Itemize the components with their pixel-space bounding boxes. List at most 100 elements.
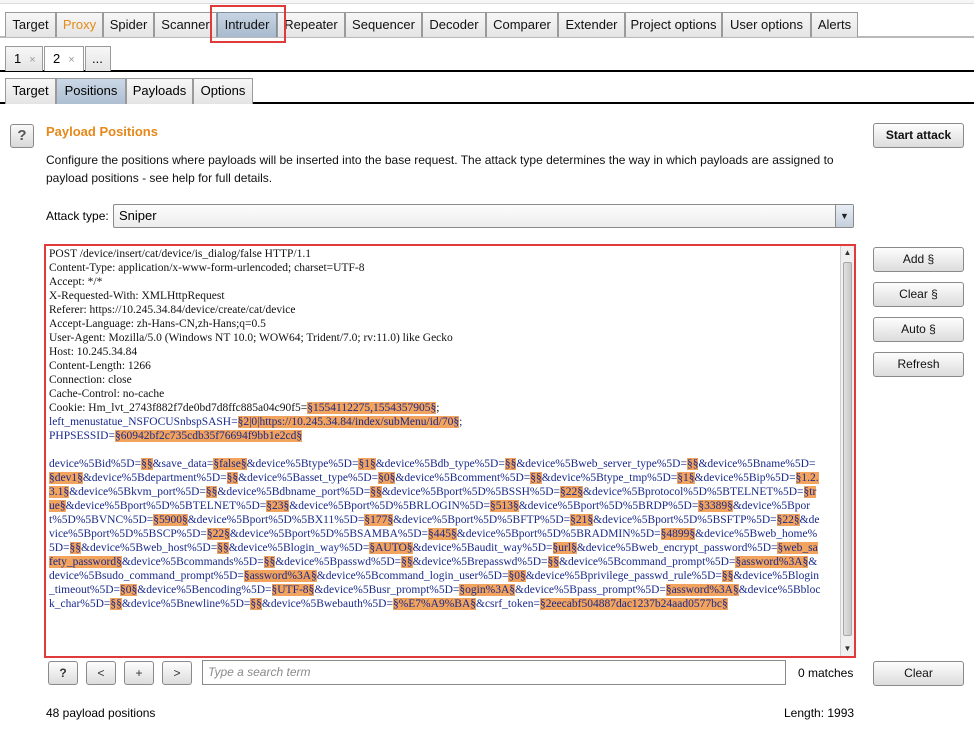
payload-marker: §§ bbox=[370, 486, 382, 498]
clear-button[interactable]: Clear bbox=[873, 661, 964, 686]
tab-target[interactable]: Target bbox=[5, 12, 56, 37]
subtab-payloads[interactable]: Payloads bbox=[126, 78, 193, 104]
scroll-up-icon[interactable]: ▲ bbox=[841, 246, 854, 260]
payload-marker: §21§ bbox=[570, 514, 594, 526]
body-text: &device%5Bweb_server_type%5D= bbox=[516, 458, 687, 470]
tab-decoder[interactable]: Decoder bbox=[422, 12, 486, 37]
tab-spider[interactable]: Spider bbox=[103, 12, 154, 37]
payload-marker: §§ bbox=[504, 458, 517, 470]
body-text: &device%5Baudit_way%5D= bbox=[412, 542, 553, 554]
request-text[interactable]: POST /device/insert/cat/device/is_dialog… bbox=[49, 247, 821, 611]
body-text: &device%5Busr_prompt%5D= bbox=[314, 584, 460, 596]
search-prev-button[interactable]: < bbox=[86, 661, 116, 685]
payload-marker: §§ bbox=[69, 542, 82, 554]
body-text: &device%5Bport%5D%5BFTP%5D= bbox=[393, 514, 571, 526]
payload-marker: §AUTO§ bbox=[369, 542, 413, 554]
body-text: &csrf_token= bbox=[476, 598, 540, 610]
tab-alerts[interactable]: Alerts bbox=[811, 12, 858, 37]
payload-marker: §0§ bbox=[378, 472, 396, 484]
attack-tab-label: 2 bbox=[53, 51, 61, 66]
attack-type-label: Attack type: bbox=[46, 209, 109, 223]
body-text: &save_data= bbox=[152, 458, 214, 470]
request-body: device%5Bid%5D=§§&save_data=§false§&devi… bbox=[49, 457, 821, 611]
body-text: &device%5Bdepartment%5D= bbox=[82, 472, 227, 484]
tab-proxy[interactable]: Proxy bbox=[56, 12, 103, 37]
payload-marker: §177§ bbox=[364, 514, 394, 526]
body-text: &device%5Bnewline%5D= bbox=[121, 598, 251, 610]
tab-comparer[interactable]: Comparer bbox=[486, 12, 558, 37]
scroll-down-icon[interactable]: ▼ bbox=[841, 642, 854, 656]
payload-marker: §4899§ bbox=[660, 528, 696, 540]
payload-marker: §false§ bbox=[213, 458, 247, 470]
body-text: &device%5Bport%5D%5BRDP%5D= bbox=[518, 500, 699, 512]
attack-tab-1[interactable]: 1 × bbox=[5, 46, 43, 71]
request-header-line: Content-Length: 1266 bbox=[49, 360, 151, 372]
payload-marker: §3389§ bbox=[698, 500, 733, 512]
attack-type-select[interactable]: Sniper ▼ bbox=[113, 204, 854, 228]
request-header-line: Connection: close bbox=[49, 374, 132, 386]
payload-marker: §§ bbox=[721, 570, 734, 582]
search-next-button[interactable]: > bbox=[162, 661, 192, 685]
body-text: &device%5Bweb_host%5D= bbox=[81, 542, 218, 554]
payload-marker: §445§ bbox=[428, 528, 457, 540]
payload-marker: §513§ bbox=[489, 500, 519, 512]
body-text: &device%5Bport%5D%5BX11%5D= bbox=[187, 514, 365, 526]
cookie-continuation-line: PHPSESSID=§60942bf2c735cdb35f76694f9bb1e… bbox=[49, 429, 821, 443]
body-text: &device%5Bip%5D= bbox=[694, 472, 796, 484]
window-top-edge bbox=[0, 0, 974, 4]
search-help-icon[interactable]: ? bbox=[48, 661, 78, 685]
body-text: &device%5Bcomment%5D= bbox=[395, 472, 531, 484]
request-header-line: User-Agent: Mozilla/5.0 (Windows NT 10.0… bbox=[49, 332, 453, 344]
tab-user-options[interactable]: User options bbox=[722, 12, 811, 37]
payload-marker: §1§ bbox=[358, 458, 376, 470]
subtab-target[interactable]: Target bbox=[5, 78, 56, 104]
add-marker-button[interactable]: Add § bbox=[873, 247, 964, 272]
tab-project-options[interactable]: Project options bbox=[625, 12, 722, 37]
chevron-down-icon: ▼ bbox=[835, 205, 853, 227]
panel-description: Configure the positions where payloads w… bbox=[46, 153, 834, 185]
payload-marker: §%E7%A9%BA§ bbox=[392, 598, 476, 610]
body-text: &device%5Bport%5D%5BRADMIN%5D= bbox=[456, 528, 661, 540]
close-icon[interactable]: × bbox=[68, 54, 74, 66]
help-icon[interactable]: ? bbox=[10, 124, 34, 148]
request-header-line: Host: 10.245.34.84 bbox=[49, 346, 138, 358]
scroll-thumb[interactable] bbox=[843, 262, 852, 636]
body-text: &device%5Btype_tmp%5D= bbox=[541, 472, 678, 484]
payload-marker: §60942bf2c735cdb35f76694f9bb1e2cd§ bbox=[114, 430, 303, 442]
new-attack-tab[interactable]: ... bbox=[85, 46, 111, 71]
start-attack-button[interactable]: Start attack bbox=[873, 123, 964, 148]
clear-markers-button[interactable]: Clear § bbox=[873, 282, 964, 307]
tab-sequencer[interactable]: Sequencer bbox=[345, 12, 422, 37]
body-text: &device%5Bencoding%5D= bbox=[137, 584, 272, 596]
attack-tab-2[interactable]: 2 × bbox=[44, 46, 84, 71]
body-text: &device%5Basset_type%5D= bbox=[238, 472, 379, 484]
payload-marker: §§ bbox=[401, 556, 413, 568]
search-add-button[interactable]: + bbox=[124, 661, 154, 685]
payload-marker: §1§ bbox=[677, 472, 695, 484]
payload-marker: §1554112275,1554357905§ bbox=[307, 402, 437, 414]
body-text: &device%5Bdb_type%5D= bbox=[375, 458, 505, 470]
refresh-button[interactable]: Refresh bbox=[873, 352, 964, 377]
body-text: &device%5Bport%5D%5BSFTP%5D= bbox=[593, 514, 777, 526]
body-text: &device%5Bpass_prompt%5D= bbox=[515, 584, 666, 596]
tab-scanner[interactable]: Scanner bbox=[154, 12, 217, 37]
request-header-line: Cache-Control: no-cache bbox=[49, 388, 165, 400]
attack-tab-label: 1 bbox=[14, 51, 22, 66]
subtab-options[interactable]: Options bbox=[193, 78, 253, 104]
body-text: &device%5Bcommands%5D= bbox=[121, 556, 264, 568]
body-text: &device%5Bwebauth%5D= bbox=[261, 598, 393, 610]
payload-marker: §dev1§ bbox=[49, 472, 83, 484]
body-text: &device%5Bport%5D%5BTELNET%5D= bbox=[65, 500, 267, 512]
payload-marker: §2|0|https://10.245.34.84/index/subMenu/… bbox=[237, 416, 460, 428]
tab-repeater[interactable]: Repeater bbox=[277, 12, 345, 37]
body-text: &device%5Bport%5D%5BSSH%5D= bbox=[381, 486, 561, 498]
close-icon[interactable]: × bbox=[29, 54, 35, 66]
tab-extender[interactable]: Extender bbox=[558, 12, 625, 37]
editor-scrollbar[interactable]: ▲ ▼ bbox=[840, 246, 854, 656]
search-input[interactable]: Type a search term bbox=[202, 660, 786, 685]
request-editor[interactable]: POST /device/insert/cat/device/is_dialog… bbox=[44, 244, 856, 658]
auto-markers-button[interactable]: Auto § bbox=[873, 317, 964, 342]
subtab-positions[interactable]: Positions bbox=[56, 78, 126, 104]
header-text: Cookie: Hm_lvt_2743f882f7de0bd7d8ffc885a… bbox=[49, 402, 308, 414]
header-text: ; bbox=[459, 416, 463, 428]
